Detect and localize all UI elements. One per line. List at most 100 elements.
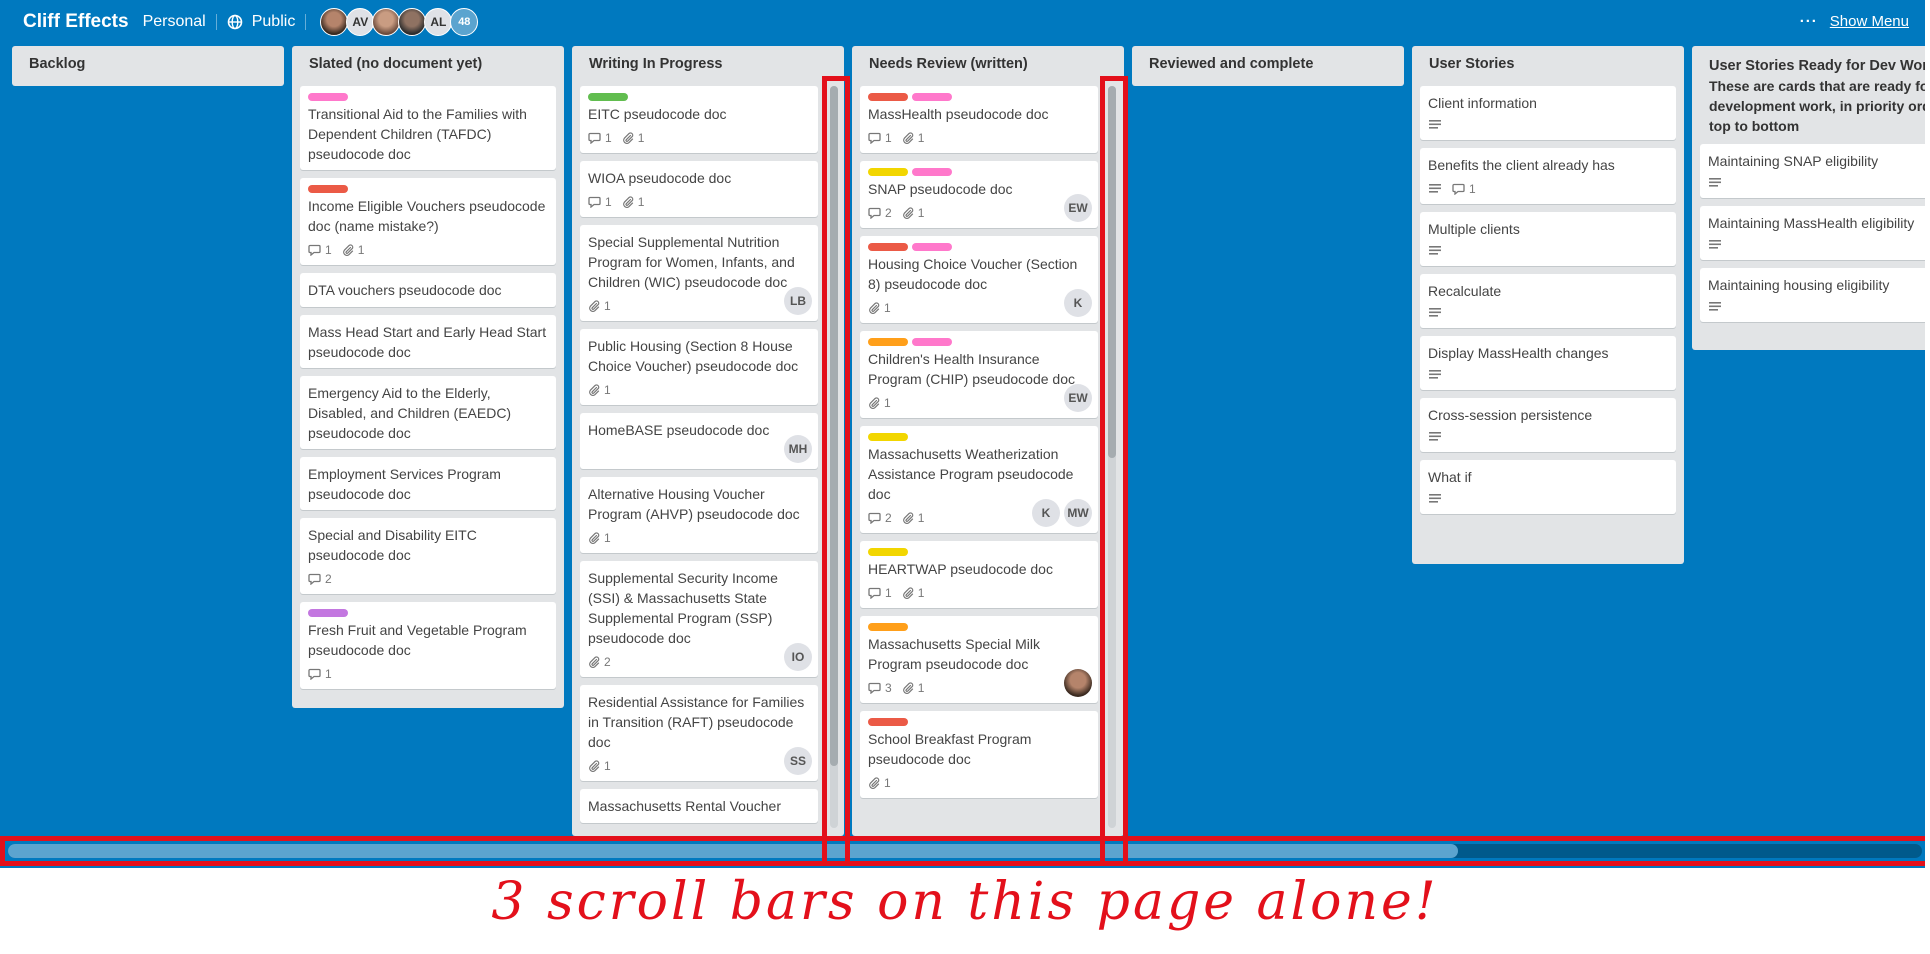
card[interactable]: SNAP pseudocode doc 2 1 EW xyxy=(860,161,1098,228)
card[interactable]: Housing Choice Voucher (Section 8) pseud… xyxy=(860,236,1098,323)
attachments-badge: 1 xyxy=(622,195,644,209)
list-header[interactable]: Writing In Progress xyxy=(572,46,844,86)
card-badges: 11 xyxy=(308,241,548,259)
member-avatar[interactable]: EW xyxy=(1064,194,1092,222)
description-icon xyxy=(1708,238,1930,254)
card-label-yellow[interactable] xyxy=(868,433,908,441)
card[interactable]: Emergency Aid to the Elderly, Disabled, … xyxy=(300,376,556,449)
list-title: Slated (no document yet) xyxy=(309,56,483,72)
card[interactable]: Children's Health Insurance Program (CHI… xyxy=(860,331,1098,418)
list-header[interactable]: User Stories Ready for Dev Work These are… xyxy=(1692,46,1930,144)
card[interactable]: Fresh Fruit and Vegetable Program pseudo… xyxy=(300,602,556,689)
member-avatar[interactable]: AL xyxy=(424,8,453,36)
card[interactable]: Maintaining housing eligibility xyxy=(1700,268,1930,322)
card-label-pink[interactable] xyxy=(308,93,348,101)
card-label-orange[interactable] xyxy=(868,338,908,346)
card[interactable]: Income Eligible Vouchers pseudocode doc … xyxy=(300,178,556,265)
page-edge xyxy=(1925,0,1930,954)
member-avatar[interactable]: LB xyxy=(784,287,812,315)
visibility-button[interactable]: Public xyxy=(227,13,295,31)
comment-count: 1 xyxy=(605,131,612,145)
card[interactable]: Mass Head Start and Early Head Start pse… xyxy=(300,315,556,368)
member-avatar[interactable]: K xyxy=(1032,499,1060,527)
list-header[interactable]: User Stories xyxy=(1412,46,1684,86)
card[interactable]: Special Supplemental Nutrition Program f… xyxy=(580,225,818,321)
card-labels xyxy=(868,718,1090,726)
member-avatar[interactable] xyxy=(398,8,427,36)
card[interactable]: Public Housing (Section 8 House Choice V… xyxy=(580,329,818,405)
member-avatar[interactable]: AV xyxy=(346,8,375,36)
card-title: Children's Health Insurance Program (CHI… xyxy=(868,351,1075,387)
card[interactable]: Recalculate xyxy=(1420,274,1676,328)
member-avatar[interactable]: EW xyxy=(1064,384,1092,412)
member-avatar[interactable]: SS xyxy=(784,747,812,775)
card-label-purple[interactable] xyxy=(308,609,348,617)
show-menu-button[interactable]: ··· Show Menu xyxy=(1800,13,1909,30)
workspace-button[interactable]: Personal xyxy=(143,13,206,31)
attachment-count: 1 xyxy=(604,759,611,773)
attachment-count: 1 xyxy=(917,681,925,695)
card-label-pink[interactable] xyxy=(912,93,952,101)
list-header[interactable]: Reviewed and complete xyxy=(1132,46,1404,86)
card-label-red[interactable] xyxy=(868,718,908,726)
card[interactable]: DTA vouchers pseudocode doc xyxy=(300,273,556,307)
card-label-orange[interactable] xyxy=(868,623,908,631)
member-avatar[interactable]: IO xyxy=(784,643,812,671)
card[interactable]: Cross-session persistence xyxy=(1420,398,1676,452)
member-avatar[interactable] xyxy=(320,8,349,36)
card[interactable]: Employment Services Program pseudocode d… xyxy=(300,457,556,510)
card[interactable]: What if xyxy=(1420,460,1676,514)
card-label-red[interactable] xyxy=(868,243,908,251)
board-members: AV AL 48 xyxy=(320,8,479,36)
list-header[interactable]: Slated (no document yet) xyxy=(292,46,564,86)
card-title: Special and Disability EITC pseudocode d… xyxy=(308,527,477,563)
member-avatar[interactable]: K xyxy=(1064,289,1092,317)
card[interactable]: WIOA pseudocode doc 1 1 xyxy=(580,161,818,217)
card-label-yellow[interactable] xyxy=(868,548,908,556)
member-avatar[interactable]: MW xyxy=(1064,499,1092,527)
card[interactable]: HomeBASE pseudocode doc MH xyxy=(580,413,818,469)
card[interactable]: Massachusetts Special Milk Program pseud… xyxy=(860,616,1098,703)
member-avatar[interactable] xyxy=(372,8,401,36)
list-header[interactable]: Needs Review (written) xyxy=(852,46,1124,86)
card[interactable]: Maintaining SNAP eligibility xyxy=(1700,144,1930,198)
attachment-count: 1 xyxy=(917,206,925,220)
card[interactable]: HEARTWAP pseudocode doc 1 1 xyxy=(860,541,1098,608)
paperclip-icon xyxy=(902,132,914,144)
card[interactable]: Display MassHealth changes xyxy=(1420,336,1676,390)
card-badges: 31 xyxy=(868,679,1090,697)
card-label-red[interactable] xyxy=(308,185,348,193)
attachments-badge: 1 xyxy=(902,206,925,220)
card[interactable]: MassHealth pseudocode doc 1 1 xyxy=(860,86,1098,153)
card-members xyxy=(1064,669,1092,697)
card[interactable]: Massachusetts Weatherization Assistance … xyxy=(860,426,1098,533)
board-title[interactable]: Cliff Effects xyxy=(23,11,129,33)
card[interactable]: Transitional Aid to the Families with De… xyxy=(300,86,556,170)
card-label-pink[interactable] xyxy=(912,168,952,176)
card-label-green[interactable] xyxy=(588,93,628,101)
card-label-yellow[interactable] xyxy=(868,168,908,176)
member-count-badge[interactable]: 48 xyxy=(450,8,479,36)
annotation-box-board-scrollbar xyxy=(0,836,1930,866)
card[interactable]: School Breakfast Program pseudocode doc 1 xyxy=(860,711,1098,798)
paperclip-icon xyxy=(588,532,600,544)
member-avatar[interactable] xyxy=(1064,669,1092,697)
card[interactable]: Multiple clients xyxy=(1420,212,1676,266)
comment-count: 1 xyxy=(605,195,612,209)
card[interactable]: Residential Assistance for Families in T… xyxy=(580,685,818,781)
card-list: MassHealth pseudocode doc 1 1 SNAP pseudoco… xyxy=(852,86,1124,798)
card[interactable]: EITC pseudocode doc 1 1 xyxy=(580,86,818,153)
card[interactable]: Alternative Housing Voucher Program (AHV… xyxy=(580,477,818,553)
card-label-red[interactable] xyxy=(868,93,908,101)
member-avatar[interactable]: MH xyxy=(784,435,812,463)
card[interactable]: Maintaining MassHealth eligibility xyxy=(1700,206,1930,260)
card[interactable]: Client information xyxy=(1420,86,1676,140)
card[interactable]: Supplemental Security Income (SSI) & Mas… xyxy=(580,561,818,677)
card-label-pink[interactable] xyxy=(912,243,952,251)
list-header[interactable]: Backlog xyxy=(12,46,284,86)
attachments-badge: 2 xyxy=(588,655,611,669)
card[interactable]: Massachusetts Rental Voucher xyxy=(580,789,818,823)
card[interactable]: Benefits the client already has 1 xyxy=(1420,148,1676,204)
card[interactable]: Special and Disability EITC pseudocode d… xyxy=(300,518,556,594)
card-label-pink[interactable] xyxy=(912,338,952,346)
